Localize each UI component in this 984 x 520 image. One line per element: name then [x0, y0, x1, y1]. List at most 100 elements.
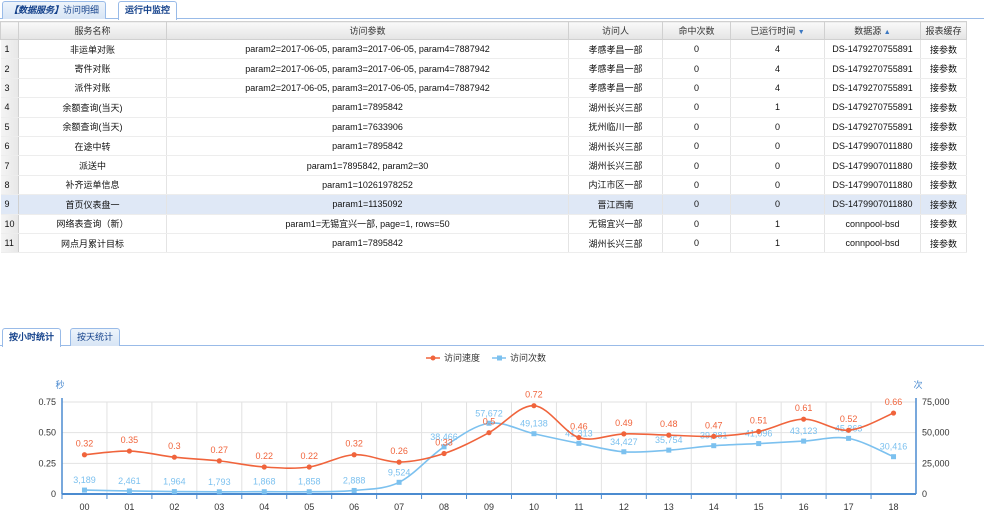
count-point: [81, 487, 87, 493]
col-header-hits[interactable]: 命中次数: [662, 21, 731, 40]
service-name-cell: 补齐运单信息: [18, 175, 167, 196]
y2-tick-label: 50,000: [922, 428, 950, 438]
table-row[interactable]: 9 首页仪表盘一 param1=1135092 晋江西南 0 0 DS-1479907011…: [0, 194, 967, 215]
service-name-cell: 派件对账: [18, 78, 167, 99]
x-tick-label: 10: [529, 502, 539, 512]
sort-desc-icon: ▼: [797, 29, 805, 36]
tab-daily[interactable]: 按天统计: [70, 328, 121, 346]
params-cell: param1=7895842: [166, 136, 569, 157]
datasource-cell: DS-1479270755891: [824, 117, 921, 137]
table-row[interactable]: 8 补齐运单信息 param1=10261978252 内江市区一部 0 0 DS-1479…: [0, 175, 967, 196]
y2-tick-label: 75,000: [922, 397, 950, 407]
speed-point: [801, 416, 807, 422]
tab-hourly[interactable]: 按小时统计: [2, 328, 62, 347]
row-number: 11: [0, 233, 19, 254]
cache-cell[interactable]: 接参数: [920, 175, 967, 196]
x-tick-label: 07: [394, 502, 404, 512]
speed-point: [126, 448, 133, 454]
y-tick-label: 0: [51, 489, 56, 499]
service-name-cell: 网点月累计目标: [18, 233, 167, 254]
tab-label: 运行中监控: [125, 5, 171, 15]
cache-cell[interactable]: 接参数: [920, 155, 967, 176]
table-row[interactable]: 10 网络表查询（新） param1=无锡宜兴一部, page=1, rows=50…: [0, 214, 967, 234]
x-tick-label: 14: [709, 502, 719, 512]
speed-data-label: 0.52: [840, 414, 858, 424]
cache-cell[interactable]: 接参数: [920, 78, 967, 99]
table-row[interactable]: 7 派送中 param1=7895842, param2=30 湖州长兴三部 0 0 DS-…: [0, 155, 967, 176]
speed-data-label: 0.61: [795, 403, 813, 413]
count-point: [171, 489, 177, 495]
x-tick-label: 02: [169, 502, 179, 512]
user-cell: 抚州临川一部: [568, 117, 663, 137]
speed-data-label: 0.26: [390, 446, 408, 456]
row-number: 6: [0, 136, 19, 157]
count-point: [801, 438, 807, 444]
col-header-service[interactable]: 服务名称: [18, 21, 167, 40]
legend-count-marker: [497, 355, 502, 361]
count-data-label: 1,858: [298, 477, 321, 487]
x-tick-label: 16: [799, 502, 809, 512]
col-header-params[interactable]: 访问参数: [166, 21, 569, 40]
hits-cell: 0: [662, 97, 731, 118]
table-row[interactable]: 1 非运单对账 param2=2017-06-05, param3=2017-06-…: [0, 39, 967, 60]
table-row[interactable]: 5 余额查询(当天) param1=7633906 抚州临川一部 0 0 DS-147927…: [0, 117, 967, 137]
runtime-cell: 0: [730, 194, 825, 215]
col-header-cache[interactable]: 报表缓存: [920, 21, 967, 40]
runtime-cell: 0: [730, 136, 825, 157]
row-number: 10: [0, 214, 19, 234]
table-row[interactable]: 3 派件对账 param2=2017-06-05, param3=2017-06-0…: [0, 78, 967, 99]
x-tick-label: 03: [214, 502, 224, 512]
table-row[interactable]: 2 寄件对账 param2=2017-06-05, param3=2017-06-0…: [0, 58, 967, 79]
speed-point: [756, 428, 762, 435]
speed-point: [486, 430, 492, 436]
col-header-runtime[interactable]: 已运行时间 ▼: [730, 21, 825, 40]
col-header-label: 已运行时间: [750, 26, 796, 36]
speed-point: [890, 410, 897, 416]
x-tick-label: 11: [574, 502, 583, 512]
x-tick-label: 08: [439, 502, 449, 512]
runtime-cell: 0: [730, 175, 825, 196]
params-cell: param2=2017-06-05, param3=2017-06-05, pa…: [166, 58, 569, 79]
count-point: [351, 487, 357, 493]
speed-data-label: 0.22: [300, 451, 318, 461]
col-header-user[interactable]: 访问人: [568, 21, 663, 40]
user-cell: 湖州长兴三部: [568, 155, 663, 176]
cache-cell[interactable]: 接参数: [920, 117, 967, 137]
count-point: [621, 449, 627, 455]
params-cell: param1=7895842, param2=30: [166, 155, 569, 176]
cache-cell[interactable]: 接参数: [920, 233, 967, 254]
user-cell: 晋江西南: [568, 194, 663, 215]
count-data-label: 3,189: [73, 475, 96, 485]
cache-cell[interactable]: 接参数: [920, 136, 967, 157]
table-row[interactable]: 6 在途中转 param1=7895842 湖州长兴三部 0 0 DS-1479907011…: [0, 136, 967, 157]
cache-cell[interactable]: 接参数: [920, 214, 967, 234]
table-header: 服务名称 访问参数 访问人 命中次数 已运行时间 ▼ 数据源 ▲ 报表缓存: [0, 21, 967, 40]
hits-cell: 0: [662, 39, 731, 60]
tab-running-monitor[interactable]: 运行中监控: [118, 1, 178, 20]
top-tabbar: 【数据服务】访问明细 运行中监控: [0, 0, 984, 20]
speed-data-label: 0.72: [525, 390, 543, 400]
hits-cell: 0: [662, 155, 731, 176]
row-number: 5: [0, 117, 19, 137]
count-point: [396, 479, 402, 485]
cache-cell[interactable]: 接参数: [920, 39, 967, 60]
hits-cell: 0: [662, 175, 731, 196]
table-row[interactable]: 11 网点月累计目标 param1=7895842 湖州长兴三部 0 1 connpool-…: [0, 233, 967, 254]
cache-cell[interactable]: 接参数: [920, 194, 967, 215]
x-tick-label: 18: [889, 502, 899, 512]
speed-data-label: 0.51: [750, 415, 768, 425]
table-row[interactable]: 4 余额查询(当天) param1=7895842 湖州长兴三部 0 1 DS-147927…: [0, 97, 967, 118]
sort-asc-icon: ▲: [883, 29, 891, 36]
cache-cell[interactable]: 接参数: [920, 58, 967, 79]
y-tick-label: 0.50: [38, 428, 56, 438]
cache-cell[interactable]: 接参数: [920, 97, 967, 118]
service-name-cell: 网络表查询（新）: [18, 214, 167, 234]
count-data-label: 2,888: [343, 475, 366, 485]
speed-point: [216, 458, 222, 464]
row-number: 7: [0, 155, 19, 176]
tab-access-detail[interactable]: 【数据服务】访问明细: [2, 1, 107, 19]
speed-data-label: 0.47: [705, 420, 723, 430]
col-header-datasource[interactable]: 数据源 ▲: [824, 21, 921, 40]
row-number: 4: [0, 97, 19, 118]
x-tick-label: 12: [619, 502, 629, 512]
